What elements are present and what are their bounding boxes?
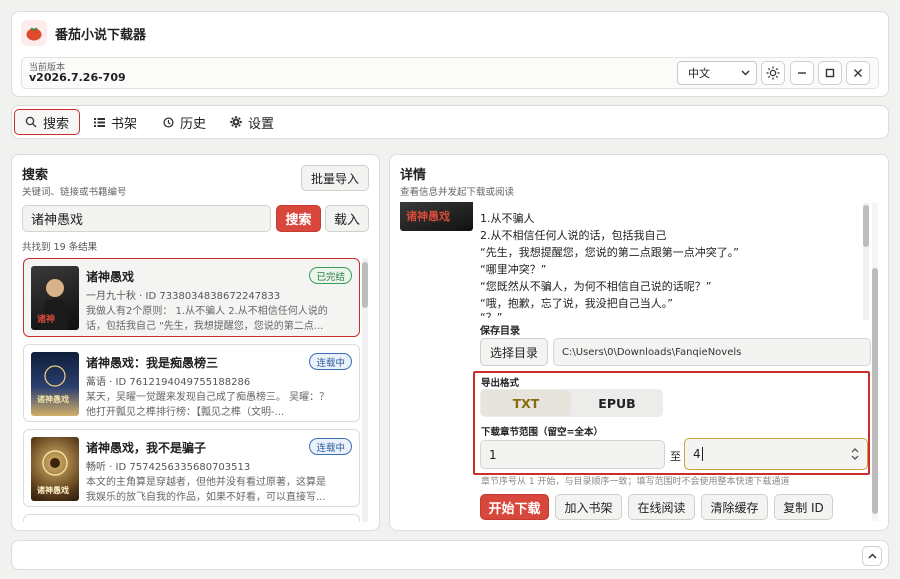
book-description: 本文的主角算是穿越者，但他并没有看过原著，这算是我娱乐的放飞自我的作品，如果不好… <box>86 477 326 503</box>
book-cover: 诸神 <box>31 266 79 330</box>
app-title: 番茄小说下载器 <box>55 28 147 43</box>
preview-line: “？” <box>480 311 503 318</box>
language-value: 中文 <box>688 67 710 80</box>
chevron-down-icon <box>741 70 750 76</box>
book-cover: 诸神愚戏 <box>31 437 79 501</box>
minimize-button[interactable] <box>790 61 814 85</box>
svg-text:诸神: 诸神 <box>37 313 55 325</box>
book-title: 诸神愚戏，我不是骗子 <box>86 441 207 455</box>
tab-settings[interactable]: 设置 <box>230 109 274 135</box>
theme-toggle-button[interactable] <box>761 61 785 85</box>
detail-panel-title: 详情 <box>400 168 427 183</box>
results-scrollbar-thumb[interactable] <box>362 262 368 308</box>
range-from-value: 1 <box>489 447 497 462</box>
status-badge: 连载中 <box>309 353 352 370</box>
gear-icon <box>230 116 242 128</box>
tab-search[interactable]: 搜索 <box>14 109 80 135</box>
preview-line: “哦，抱歉，忘了说，我没把自己当人。” <box>480 297 673 310</box>
format-option-txt-label: TXT <box>512 395 540 411</box>
svg-text:诸神愚戏: 诸神愚戏 <box>406 209 450 223</box>
tab-history-label: 历史 <box>180 116 207 132</box>
list-item[interactable] <box>23 514 360 522</box>
tab-search-label: 搜索 <box>42 116 69 132</box>
book-title: 诸神愚戏：我是痴愚榜三 <box>86 356 219 370</box>
language-select[interactable]: 中文 <box>677 61 757 85</box>
tab-history[interactable]: 历史 <box>163 109 206 135</box>
tab-bookshelf-label: 书架 <box>111 116 138 132</box>
log-bar <box>11 540 889 570</box>
book-cover: 诸神愚戏 <box>31 352 79 416</box>
preview-line: 1.从不骗人 <box>480 212 535 225</box>
search-icon <box>25 116 37 128</box>
copy-id-button[interactable]: 复制 ID <box>774 494 833 520</box>
list-item[interactable]: 诸神愚戏 诸神愚戏：我是痴愚榜三 蒿语 · ID 761219404975518… <box>23 344 360 422</box>
range-to-spinner[interactable] <box>850 445 860 463</box>
svg-text:诸神愚戏: 诸神愚戏 <box>37 394 69 404</box>
start-download-button[interactable]: 开始下载 <box>480 494 549 520</box>
batch-import-button[interactable]: 批量导入 <box>301 165 369 191</box>
save-dir-field[interactable]: C:\Users\0\Downloads\FanqieNovels <box>553 338 871 366</box>
status-badge: 连载中 <box>309 438 352 455</box>
book-meta: 一月九十秋 · ID 7338034838672247833 <box>86 291 281 302</box>
clear-cache-button[interactable]: 清除缓存 <box>701 494 768 520</box>
search-panel-subtitle: 关键词、链接或书籍编号 <box>22 187 127 198</box>
tab-bookshelf[interactable]: 书架 <box>94 109 137 135</box>
tomato-icon <box>26 27 42 41</box>
range-separator: 至 <box>670 450 681 463</box>
list-item[interactable]: 诸神 诸神愚戏 一月九十秋 · ID 7338034838672247833 我… <box>23 258 360 337</box>
preview-line: “您既然从不骗人，为何不相信自己说的话呢？” <box>480 280 712 293</box>
sun-icon <box>766 66 780 80</box>
range-to-value: 4 <box>693 447 701 461</box>
chevron-up-icon <box>867 553 877 559</box>
book-description: 我做人有2个原则： 1.从不骗人 2.从不相信任何人说的话，包括我自己 "先生，… <box>86 306 328 332</box>
detail-panel-subtitle: 查看信息并发起下载或阅读 <box>400 187 515 198</box>
maximize-icon <box>825 68 835 78</box>
version-value: v2026.7.26-709 <box>29 71 126 84</box>
list-icon <box>94 117 105 127</box>
save-dir-value: C:\Users\0\Downloads\FanqieNovels <box>562 346 742 358</box>
format-option-txt[interactable]: TXT <box>481 390 571 416</box>
preview-scrollbar-thumb[interactable] <box>863 205 869 247</box>
tab-settings-label: 设置 <box>248 116 275 132</box>
detail-scrollbar-thumb[interactable] <box>872 268 878 514</box>
format-option-epub[interactable]: EPUB <box>572 390 662 416</box>
search-panel-title: 搜索 <box>22 168 49 183</box>
book-meta: 蒿语 · ID 7612194049755188286 <box>86 377 251 388</box>
detail-book-cover: 诸神愚戏 <box>400 202 473 231</box>
list-item[interactable]: 诸神愚戏 诸神愚戏，我不是骗子 畅听 · ID 7574256335680703… <box>23 429 360 507</box>
book-description: 某天，吴曜一觉醒来发现自己成了痴愚榜三。 吴曜：？ 他打开瓢见之榫排行榜：【瓢见… <box>86 392 330 418</box>
close-button[interactable] <box>846 61 870 85</box>
close-icon <box>854 69 862 77</box>
history-icon <box>163 116 174 128</box>
text-cursor <box>701 447 703 461</box>
app-logo <box>21 20 47 46</box>
preview-line: 2.从不相信任何人说的话，包括我自己 <box>480 229 667 242</box>
maximize-button[interactable] <box>818 61 842 85</box>
svg-text:诸神愚戏: 诸神愚戏 <box>37 485 69 495</box>
book-meta: 畅听 · ID 7574256335680703513 <box>86 462 251 473</box>
book-title: 诸神愚戏 <box>86 270 135 284</box>
spinner-arrows-icon <box>851 448 859 460</box>
minimize-icon <box>798 72 806 74</box>
range-hint: 章节序号从 1 开始，与目录顺序一致；填写范围时不会使用整本快速下载通道 <box>481 477 790 487</box>
search-input-value: 诸神愚戏 <box>31 213 84 228</box>
range-label: 下载章节范围（留空=全本） <box>481 427 603 438</box>
load-button[interactable]: 载入 <box>325 205 369 232</box>
save-dir-label: 保存目录 <box>480 326 520 337</box>
range-to-input[interactable]: 4 <box>684 438 868 470</box>
search-button[interactable]: 搜索 <box>276 205 321 232</box>
result-count: 共找到 19 条结果 <box>22 242 98 253</box>
range-from-input[interactable]: 1 <box>480 440 665 469</box>
search-input[interactable]: 诸神愚戏 <box>22 205 271 232</box>
format-label: 导出格式 <box>481 378 520 389</box>
preview-line: “哪里冲突？” <box>480 263 547 276</box>
preview-line: “先生，我想提醒您，您说的第二点跟第一点冲突了。” <box>480 246 739 259</box>
choose-dir-button[interactable]: 选择目录 <box>480 338 548 366</box>
add-to-shelf-button[interactable]: 加入书架 <box>555 494 622 520</box>
format-option-epub-label: EPUB <box>598 395 636 411</box>
tabs-bar <box>11 105 889 139</box>
read-online-button[interactable]: 在线阅读 <box>628 494 695 520</box>
status-badge: 已完结 <box>309 267 352 284</box>
expand-log-button[interactable] <box>862 546 882 566</box>
